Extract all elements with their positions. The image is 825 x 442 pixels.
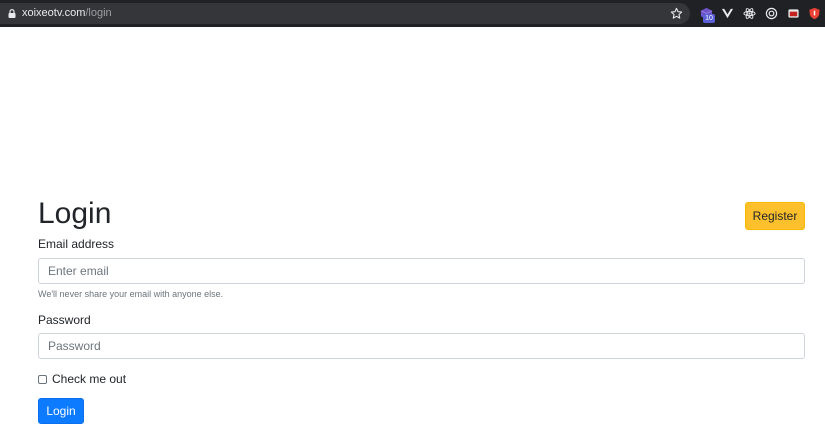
browser-toolbar: xoixeotv.com/login 10 <box>0 0 825 27</box>
page-title: Login <box>38 197 112 230</box>
url-path: /login <box>85 7 112 19</box>
react-devtools-icon[interactable] <box>743 7 756 20</box>
address-bar[interactable]: xoixeotv.com/login <box>0 3 690 24</box>
extension-badge: 10 <box>703 14 715 23</box>
bookmark-star-icon[interactable] <box>670 7 683 20</box>
remember-me-row[interactable]: Check me out <box>38 371 126 387</box>
password-input[interactable] <box>38 333 805 359</box>
password-label: Password <box>38 313 91 327</box>
target-extension-icon[interactable] <box>765 7 778 20</box>
lock-icon <box>8 9 16 18</box>
shield-extension-icon[interactable] <box>808 7 821 20</box>
register-button[interactable]: Register <box>745 202 805 230</box>
remember-me-label[interactable]: Check me out <box>52 372 126 386</box>
window-extension-icon[interactable] <box>787 7 800 20</box>
email-label: Email address <box>38 237 115 251</box>
vue-devtools-icon[interactable] <box>721 7 734 20</box>
remember-me-checkbox[interactable] <box>38 374 47 384</box>
url-text[interactable]: xoixeotv.com/login <box>22 3 112 24</box>
login-button[interactable]: Login <box>38 398 84 424</box>
url-host: xoixeotv.com <box>22 7 86 19</box>
email-help-text: We'll never share your email with anyone… <box>38 289 224 299</box>
email-input[interactable] <box>38 258 805 284</box>
